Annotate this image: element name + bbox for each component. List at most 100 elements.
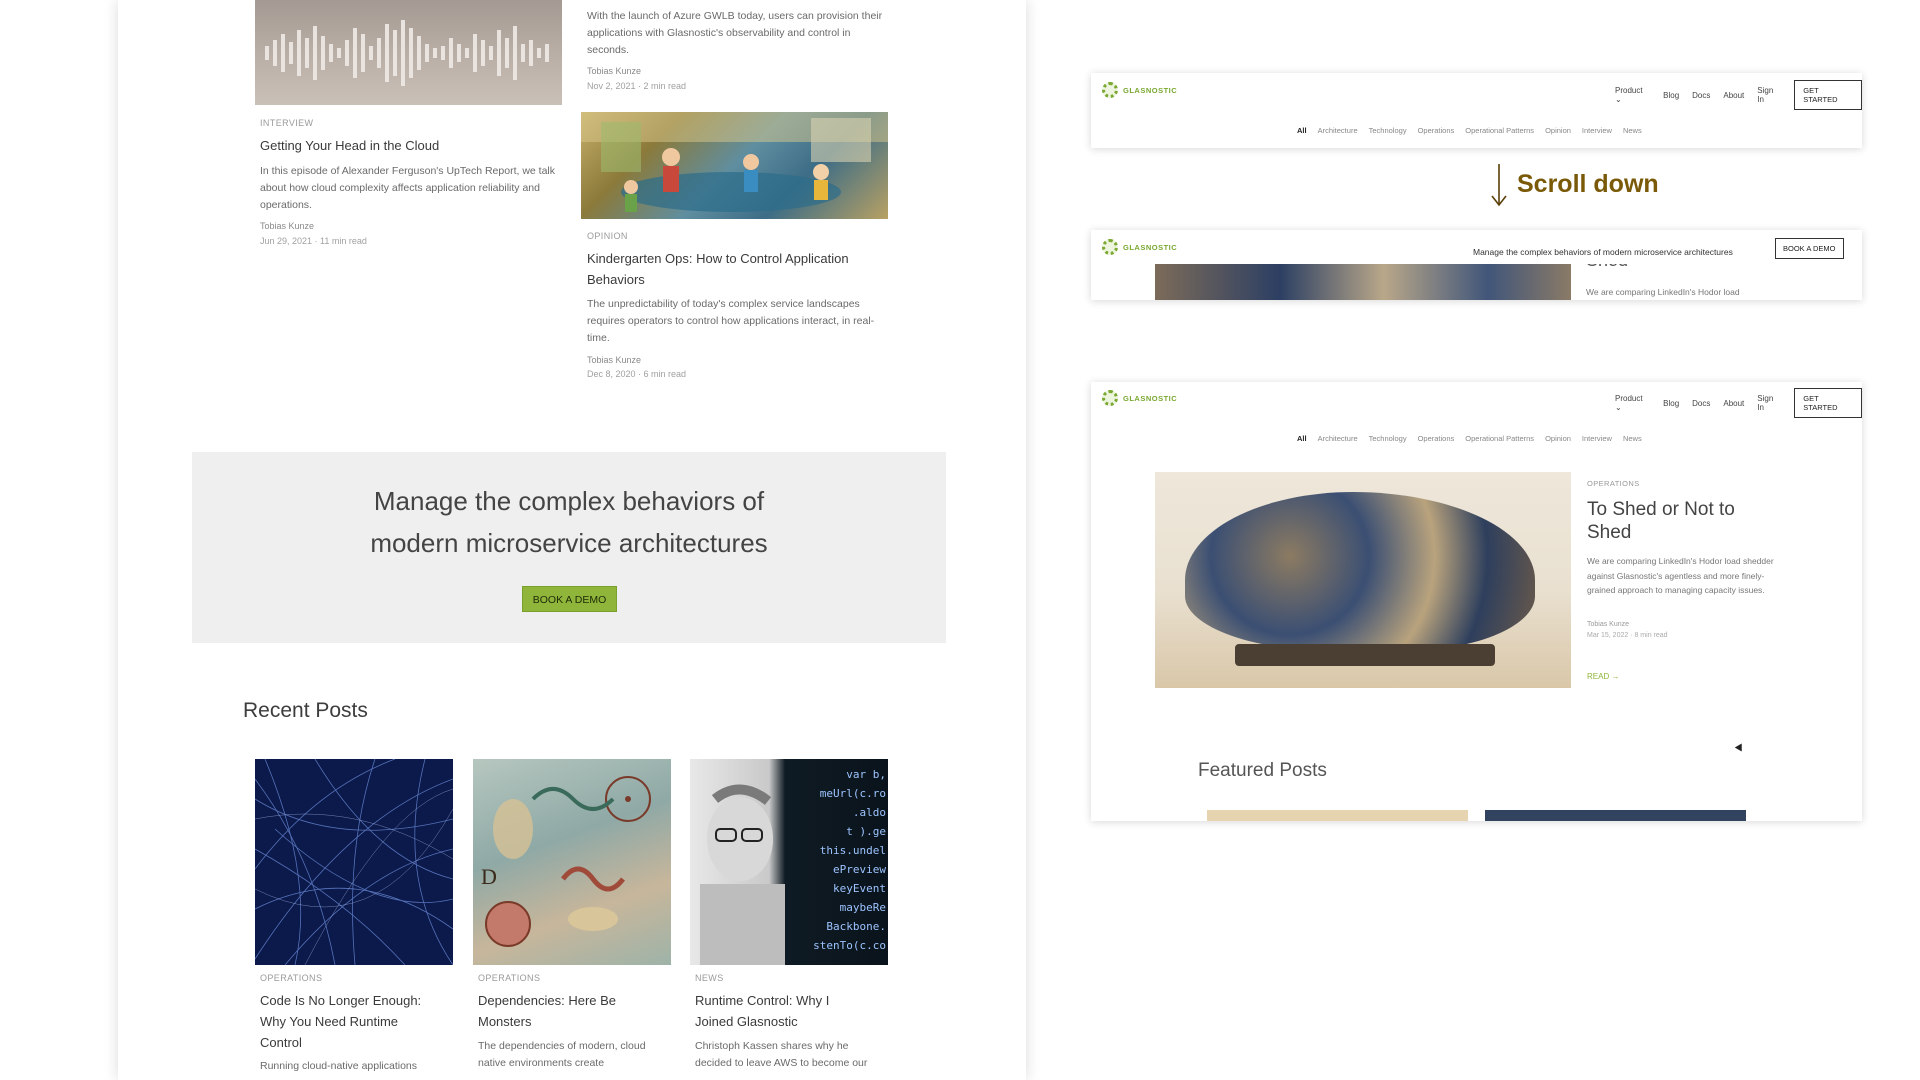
post-description: Running cloud-native applications [260, 1060, 418, 1072]
category-operational-patterns[interactable]: Operational Patterns [1465, 126, 1534, 135]
post-meta: Dec 8, 2020 · 6 min read [587, 369, 687, 379]
category-news[interactable]: News [1623, 434, 1642, 443]
category-operations[interactable]: Operations [1418, 126, 1455, 135]
post-author: Tobias Kunze [1587, 621, 1630, 628]
code-line: meUrl(c.ro [819, 787, 886, 800]
category-filter: All Architecture Technology Operations O… [1297, 126, 1642, 135]
header-mockup: GLASNOSTIC Product ⌄ Blog Docs About Sig… [1091, 73, 1862, 148]
code-line: this.undel [819, 844, 886, 857]
post-title-link[interactable]: Getting Your Head in the Cloud [260, 135, 439, 156]
title-line: Monsters [478, 1014, 532, 1029]
get-started-button[interactable]: GET STARTED [1794, 388, 1862, 418]
category-interview[interactable]: Interview [1582, 434, 1612, 443]
title-line: Control [260, 1035, 302, 1050]
book-demo-button[interactable]: BOOK A DEMO [522, 586, 617, 612]
nav-blog[interactable]: Blog [1663, 399, 1679, 408]
down-arrow-icon [1491, 164, 1507, 207]
category-technology[interactable]: Technology [1369, 434, 1407, 443]
featured-posts-heading: Featured Posts [1198, 760, 1327, 781]
brand-logo[interactable]: GLASNOSTIC [1102, 239, 1177, 255]
category-news[interactable]: News [1623, 126, 1642, 135]
nav-sign-in[interactable]: Sign In [1757, 86, 1781, 104]
cta-heading-line2: modern microservice architectures [370, 528, 768, 558]
nav-blog[interactable]: Blog [1663, 91, 1679, 100]
post-title-link[interactable]: To Shed or Not to Shed [1587, 498, 1777, 544]
top-nav: Product ⌄ Blog Docs About Sign In GET ST… [1615, 80, 1862, 110]
cta-banner: Manage the complex behaviors of modern m… [192, 452, 946, 643]
post-description: Christoph Kassen shares why he decided t… [695, 1038, 867, 1072]
category-filter: All Architecture Technology Operations O… [1297, 434, 1642, 443]
post-category: OPERATIONS [260, 973, 323, 983]
category-all[interactable]: All [1297, 434, 1307, 443]
featured-post-thumbnail[interactable] [1485, 810, 1746, 821]
brand-name: GLASNOSTIC [1123, 85, 1178, 95]
featured-post-thumbnail[interactable] [1207, 810, 1468, 821]
category-interview[interactable]: Interview [1582, 126, 1612, 135]
cta-heading-line1: Manage the complex behaviors of [373, 486, 765, 516]
svg-text:D: D [481, 864, 497, 889]
nav-docs[interactable]: Docs [1692, 91, 1710, 100]
nav-about[interactable]: About [1723, 91, 1744, 100]
category-opinion[interactable]: Opinion [1545, 434, 1571, 443]
desc-line: Christoph Kassen shares why he [695, 1040, 849, 1052]
nav-product[interactable]: Product ⌄ [1615, 394, 1650, 412]
post-title-link[interactable]: Runtime Control: Why I Joined Glasnostic [695, 990, 829, 1032]
sea-monster-map-image[interactable]: D [473, 759, 671, 965]
code-line: ePreview [833, 863, 886, 876]
kindergarten-image[interactable] [581, 112, 888, 219]
post-title-link[interactable]: Kindergarten Ops: How to Control Applica… [587, 248, 887, 290]
code-line: stenTo(c.co [813, 939, 886, 952]
top-nav: Product ⌄ Blog Docs About Sign In GET ST… [1615, 388, 1862, 418]
sticky-tagline: Manage the complex behaviors of modern m… [1473, 247, 1733, 257]
category-operational-patterns[interactable]: Operational Patterns [1465, 434, 1534, 443]
network-graph-image[interactable] [255, 759, 453, 965]
post-meta: Jun 29, 2021 · 11 min read [260, 236, 367, 246]
post-category: OPERATIONS [1587, 479, 1640, 488]
code-line: t ).ge [846, 825, 886, 838]
post-category: OPINION [587, 231, 628, 241]
audio-waveform-image[interactable] [255, 0, 562, 105]
waveform-graphic [265, 20, 549, 86]
read-link[interactable]: READ → [1587, 672, 1619, 681]
nav-docs[interactable]: Docs [1692, 399, 1710, 408]
category-architecture[interactable]: Architecture [1318, 126, 1358, 135]
post-description: We are comparing LinkedIn's Hodor load s… [1587, 556, 1774, 595]
brand-name: GLASNOSTIC [1123, 242, 1178, 252]
code-line: .aldo [852, 806, 886, 819]
portrait-code-image[interactable]: var b, meUrl(c.ro .aldo t ).ge this.unde… [690, 759, 888, 965]
code-line: keyEvent [833, 882, 886, 895]
post-description: The unpredictability of today's complex … [587, 298, 875, 344]
nav-product[interactable]: Product ⌄ [1615, 86, 1650, 104]
category-technology[interactable]: Technology [1369, 126, 1407, 135]
nav-sign-in[interactable]: Sign In [1757, 394, 1781, 412]
truck-base [1235, 644, 1495, 666]
category-architecture[interactable]: Architecture [1318, 434, 1358, 443]
glasnostic-logo-icon [1102, 239, 1118, 255]
top-post-description: With the launch of Azure GWLB today, use… [587, 10, 883, 56]
code-line: var b, [846, 768, 886, 781]
title-line: Dependencies: Here Be [478, 993, 617, 1008]
category-operations[interactable]: Operations [1418, 434, 1455, 443]
desc-line: native environments create [478, 1057, 605, 1069]
post-description-fragment: We are comparing LinkedIn's Hodor load [1586, 287, 1740, 297]
overloaded-truck-image[interactable] [1155, 472, 1571, 688]
sticky-bar-mockup: GLASNOSTIC Manage the complex behaviors … [1091, 230, 1862, 300]
book-demo-button[interactable]: BOOK A DEMO [1775, 238, 1844, 259]
category-opinion[interactable]: Opinion [1545, 126, 1571, 135]
brand-logo[interactable]: GLASNOSTIC [1102, 82, 1177, 98]
network-lines-graphic [255, 759, 453, 965]
blog-page-panel: With the launch of Azure GWLB today, use… [118, 0, 1026, 1080]
cargo-pile [1185, 492, 1535, 652]
title-line: Runtime Control: Why I [695, 993, 830, 1008]
nav-about[interactable]: About [1723, 399, 1744, 408]
brand-name: GLASNOSTIC [1123, 393, 1178, 403]
post-description: The dependencies of modern, cloud native… [478, 1038, 646, 1072]
glasnostic-logo-icon [1102, 390, 1118, 406]
post-title-link[interactable]: Code Is No Longer Enough: Why You Need R… [260, 990, 421, 1053]
recent-posts-heading: Recent Posts [243, 699, 368, 722]
post-title-link[interactable]: Dependencies: Here Be Monsters [478, 990, 616, 1032]
category-all[interactable]: All [1297, 126, 1307, 135]
brand-logo[interactable]: GLASNOSTIC [1102, 390, 1177, 406]
get-started-button[interactable]: GET STARTED [1794, 80, 1862, 110]
top-post-meta: Nov 2, 2021 · 2 min read [587, 81, 687, 91]
